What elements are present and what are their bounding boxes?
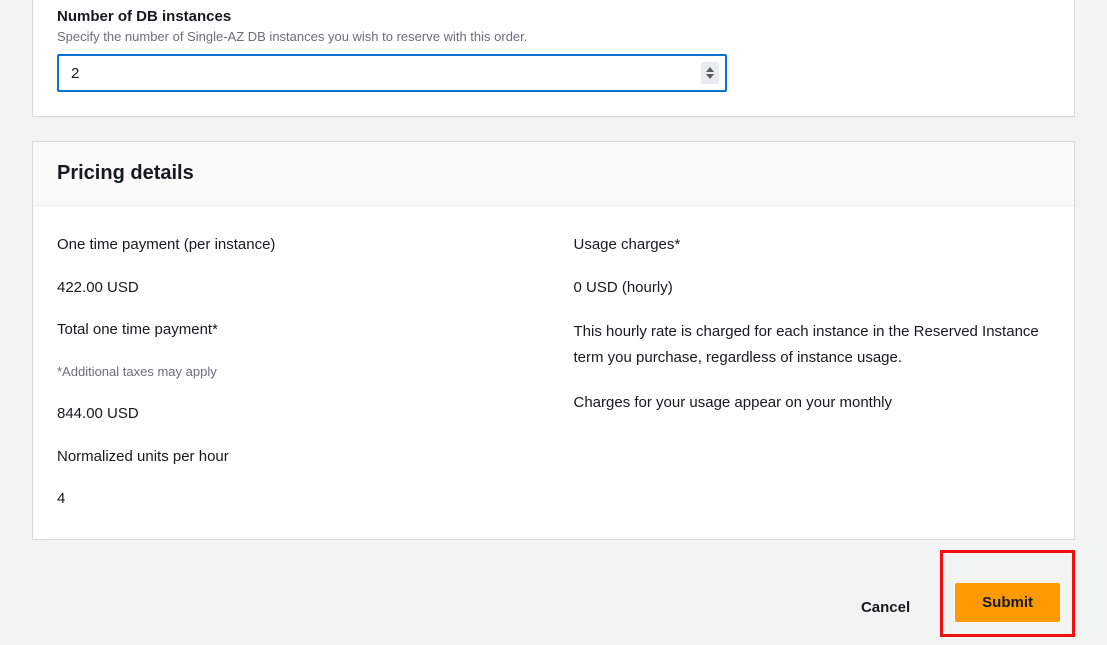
submit-button[interactable]: Submit [955, 583, 1060, 622]
one-time-payment-value: 422.00 USD [57, 277, 534, 300]
db-instances-label: Number of DB instances [57, 0, 1050, 25]
stepper-down-icon[interactable] [706, 74, 714, 79]
db-instances-stepper[interactable] [701, 62, 719, 84]
db-instances-help: Specify the number of Single-AZ DB insta… [57, 29, 1050, 44]
total-one-time-label: Total one time payment* [57, 319, 534, 342]
usage-charges-value: 0 USD (hourly) [574, 277, 1051, 300]
usage-charges-desc1: This hourly rate is charged for each ins… [574, 319, 1051, 370]
pricing-right-column: Usage charges* 0 USD (hourly) This hourl… [574, 234, 1051, 511]
db-instances-panel: Number of DB instances Specify the numbe… [32, 0, 1075, 117]
total-one-time-value: 844.00 USD [57, 403, 534, 426]
normalized-units-value: 4 [57, 488, 534, 511]
stepper-up-icon[interactable] [706, 67, 714, 72]
pricing-title: Pricing details [57, 162, 1050, 185]
usage-charges-desc2: Charges for your usage appear on your mo… [574, 390, 1051, 416]
db-instances-input-wrap [57, 54, 727, 92]
cancel-button[interactable]: Cancel [843, 589, 928, 626]
submit-highlight: Submit [940, 550, 1075, 637]
tax-note: *Additional taxes may apply [57, 362, 534, 382]
pricing-left-column: One time payment (per instance) 422.00 U… [57, 234, 534, 511]
pricing-header: Pricing details [33, 142, 1074, 206]
db-instances-input[interactable] [57, 54, 727, 92]
pricing-details-panel: Pricing details One time payment (per in… [32, 141, 1075, 540]
footer-actions: Cancel Submit [32, 564, 1075, 637]
one-time-payment-label: One time payment (per instance) [57, 234, 534, 257]
normalized-units-label: Normalized units per hour [57, 446, 534, 469]
usage-charges-label: Usage charges* [574, 234, 1051, 257]
